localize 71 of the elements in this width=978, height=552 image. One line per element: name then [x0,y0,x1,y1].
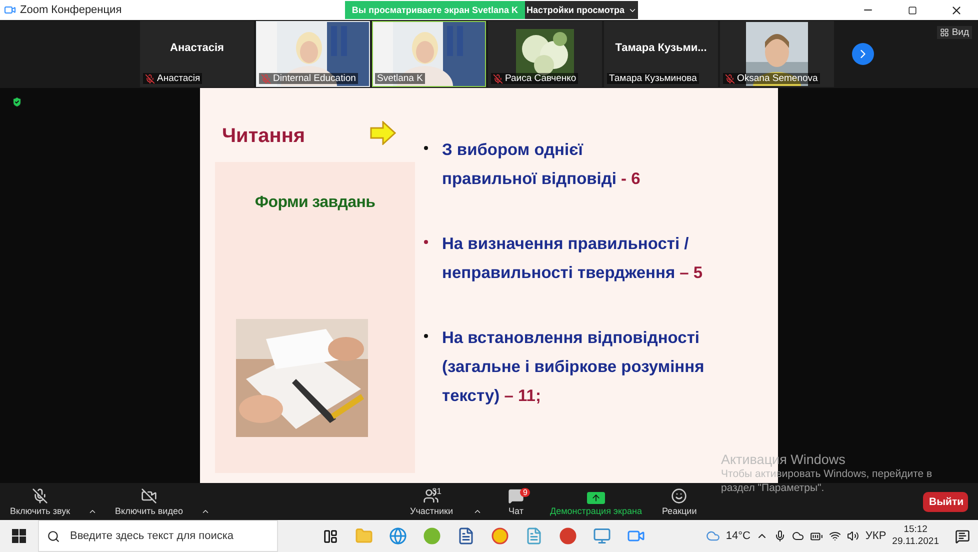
participant-label: Oksana Semenova [723,73,820,84]
share-banner: Вы просматриваете экран Svetlana K [345,1,525,19]
battery-icon[interactable] [810,530,824,542]
bullet-text: На визначення правильності / неправильності твердження – 5 [442,234,703,284]
muted-mic-icon [32,488,48,504]
participant-tile[interactable]: Раиса Савченко [488,21,602,87]
zoom-logo-icon [4,4,16,16]
slide-title: Читання [222,125,306,148]
share-screen-button[interactable]: Демонстрация экрана [550,492,642,516]
search-icon [47,530,60,542]
monitor-icon [593,527,611,545]
participant-label: Svetlana K [375,73,425,84]
bullet-text: З вибором однієї правильної відповіді - 6 [442,140,640,190]
language-indicator[interactable]: УКР [865,530,886,542]
temperature: 14°C [726,530,750,542]
participant-tile[interactable]: Dinternal Education [256,21,370,87]
participants-button[interactable]: Участники 31 [410,488,453,516]
windows-logo-icon [12,529,26,543]
document-icon [457,527,475,545]
document-icon [525,527,543,545]
close-icon [950,4,962,16]
notifications-icon[interactable] [955,528,970,544]
weather-icon[interactable] [706,529,720,543]
participant-name: Тамара Кузьми... [615,42,707,54]
smiley-icon [671,488,688,504]
microphone-icon[interactable] [774,530,786,542]
next-page-button[interactable] [852,43,874,65]
task-view-icon [322,528,338,544]
unmute-button[interactable]: Включить звук [10,488,70,516]
start-video-button[interactable]: Включить видео [115,488,183,516]
bullet-text: На встановлення відповідності (загальне і вибіркове розуміння тексту) – 11; [442,328,704,407]
video-off-icon [141,488,157,504]
participant-tile[interactable]: Svetlana K [372,21,486,87]
cloud-icon[interactable] [792,530,804,542]
taskbar-search-box[interactable]: Введите здесь текст для поиска [38,520,278,552]
muted-mic-icon [261,74,271,84]
shield-icon [11,96,23,108]
view-button[interactable]: Вид [936,26,972,39]
reactions-button[interactable]: Реакции [662,488,697,516]
muted-mic-icon [725,74,735,84]
people-icon [423,488,440,504]
participant-label: Раиса Савченко [491,73,578,84]
window-title: Zoom Конференция [20,4,122,16]
folder-icon [355,527,373,545]
chat-icon [508,488,524,504]
participant-count: 31 [432,486,442,496]
participant-label: Анастасія [143,73,202,84]
restore-icon [908,6,916,14]
leave-button[interactable]: Выйти [923,492,968,512]
grid-icon [940,28,949,37]
participant-label: Dinternal Education [259,73,358,84]
search-field[interactable]: Введите здесь текст для поиска [68,529,272,543]
participant-label: Тамара Кузьминова [607,73,699,84]
circle-icon [423,527,441,545]
participant-tile[interactable]: Анастасія Анастасія [140,21,254,87]
circle-icon [559,527,577,545]
view-options-button[interactable]: Настройки просмотра [525,1,638,19]
unread-badge: 9 [520,488,530,496]
muted-mic-icon [145,74,155,84]
participant-tile[interactable]: Тамара Кузьми... Тамара Кузьминова [604,21,718,87]
participant-name: Анастасія [170,42,224,54]
volume-icon[interactable] [847,530,860,542]
circle-icon [491,527,509,545]
arrow-icon [370,121,396,145]
globe-icon [389,527,407,545]
participant-tile[interactable]: Oksana Semenova [720,21,834,87]
chat-button[interactable]: Чат 9 [502,488,530,516]
clock[interactable]: 15:12 29.11.2021 [892,524,939,548]
slide-subtitle: Форми завдань [254,194,376,212]
muted-mic-icon [493,74,503,84]
share-screen-icon [586,492,605,504]
